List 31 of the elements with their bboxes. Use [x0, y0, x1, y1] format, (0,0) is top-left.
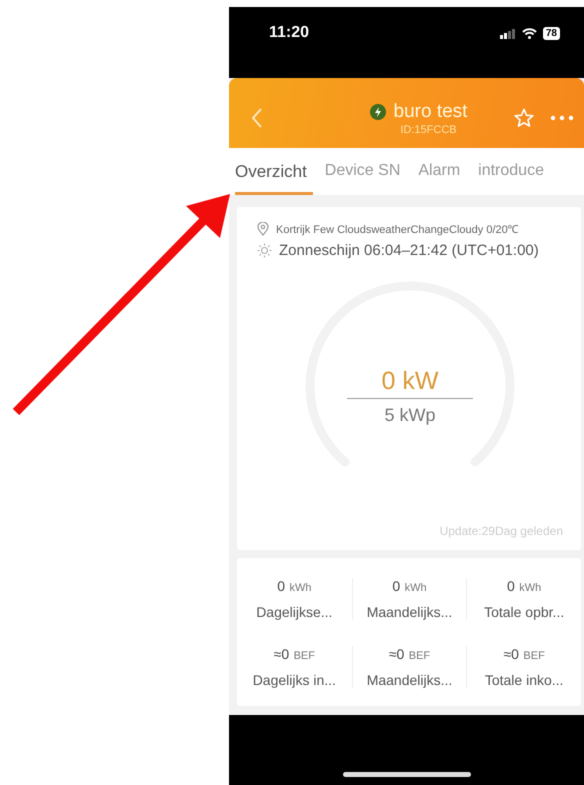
device-id: ID:15FCCB	[400, 124, 457, 136]
location-pin-icon	[257, 222, 269, 236]
more-icon[interactable]	[550, 115, 574, 121]
stat-label: Totale inko...	[484, 672, 564, 688]
wifi-icon	[522, 28, 537, 39]
stat-value: 0 kWh	[392, 578, 427, 596]
stat-label: Totale opbr...	[484, 604, 564, 620]
tab[interactable]: introduce	[478, 158, 550, 193]
stat-value: ≈0 BEF	[503, 646, 545, 664]
stat-value: 0 kWh	[277, 578, 312, 596]
stat-value: 0 kWh	[507, 578, 542, 596]
weather-text: Kortrijk Few CloudsweatherChangeCloudy 0/20℃	[276, 223, 519, 236]
capacity-value: 5 kWp	[384, 405, 436, 426]
back-icon[interactable]	[251, 107, 263, 129]
power-value: 0 kW	[347, 367, 473, 399]
stat-label: Maandelijks...	[366, 672, 452, 688]
tab[interactable]: Overzicht	[235, 158, 313, 195]
signal-icon	[500, 28, 516, 38]
stat-value: ≈0 BEF	[274, 646, 315, 664]
clock-text: 11:20	[269, 24, 310, 42]
stat-label: Dagelijkse...	[256, 604, 332, 620]
sunshine-text: Zonneschijn 06:04–21:42 (UTC+01:00)	[279, 242, 539, 259]
device-title: buro test	[394, 100, 468, 122]
tab[interactable]: Device SN	[324, 158, 406, 193]
battery-level: 78	[542, 27, 560, 40]
star-icon[interactable]	[514, 108, 534, 128]
stat-label: Maandelijks...	[366, 604, 452, 620]
stat-value: ≈0 BEF	[388, 646, 430, 664]
tab[interactable]: Alarm	[418, 158, 466, 193]
sun-icon	[257, 243, 272, 258]
stat-label: Dagelijks in...	[252, 672, 336, 688]
